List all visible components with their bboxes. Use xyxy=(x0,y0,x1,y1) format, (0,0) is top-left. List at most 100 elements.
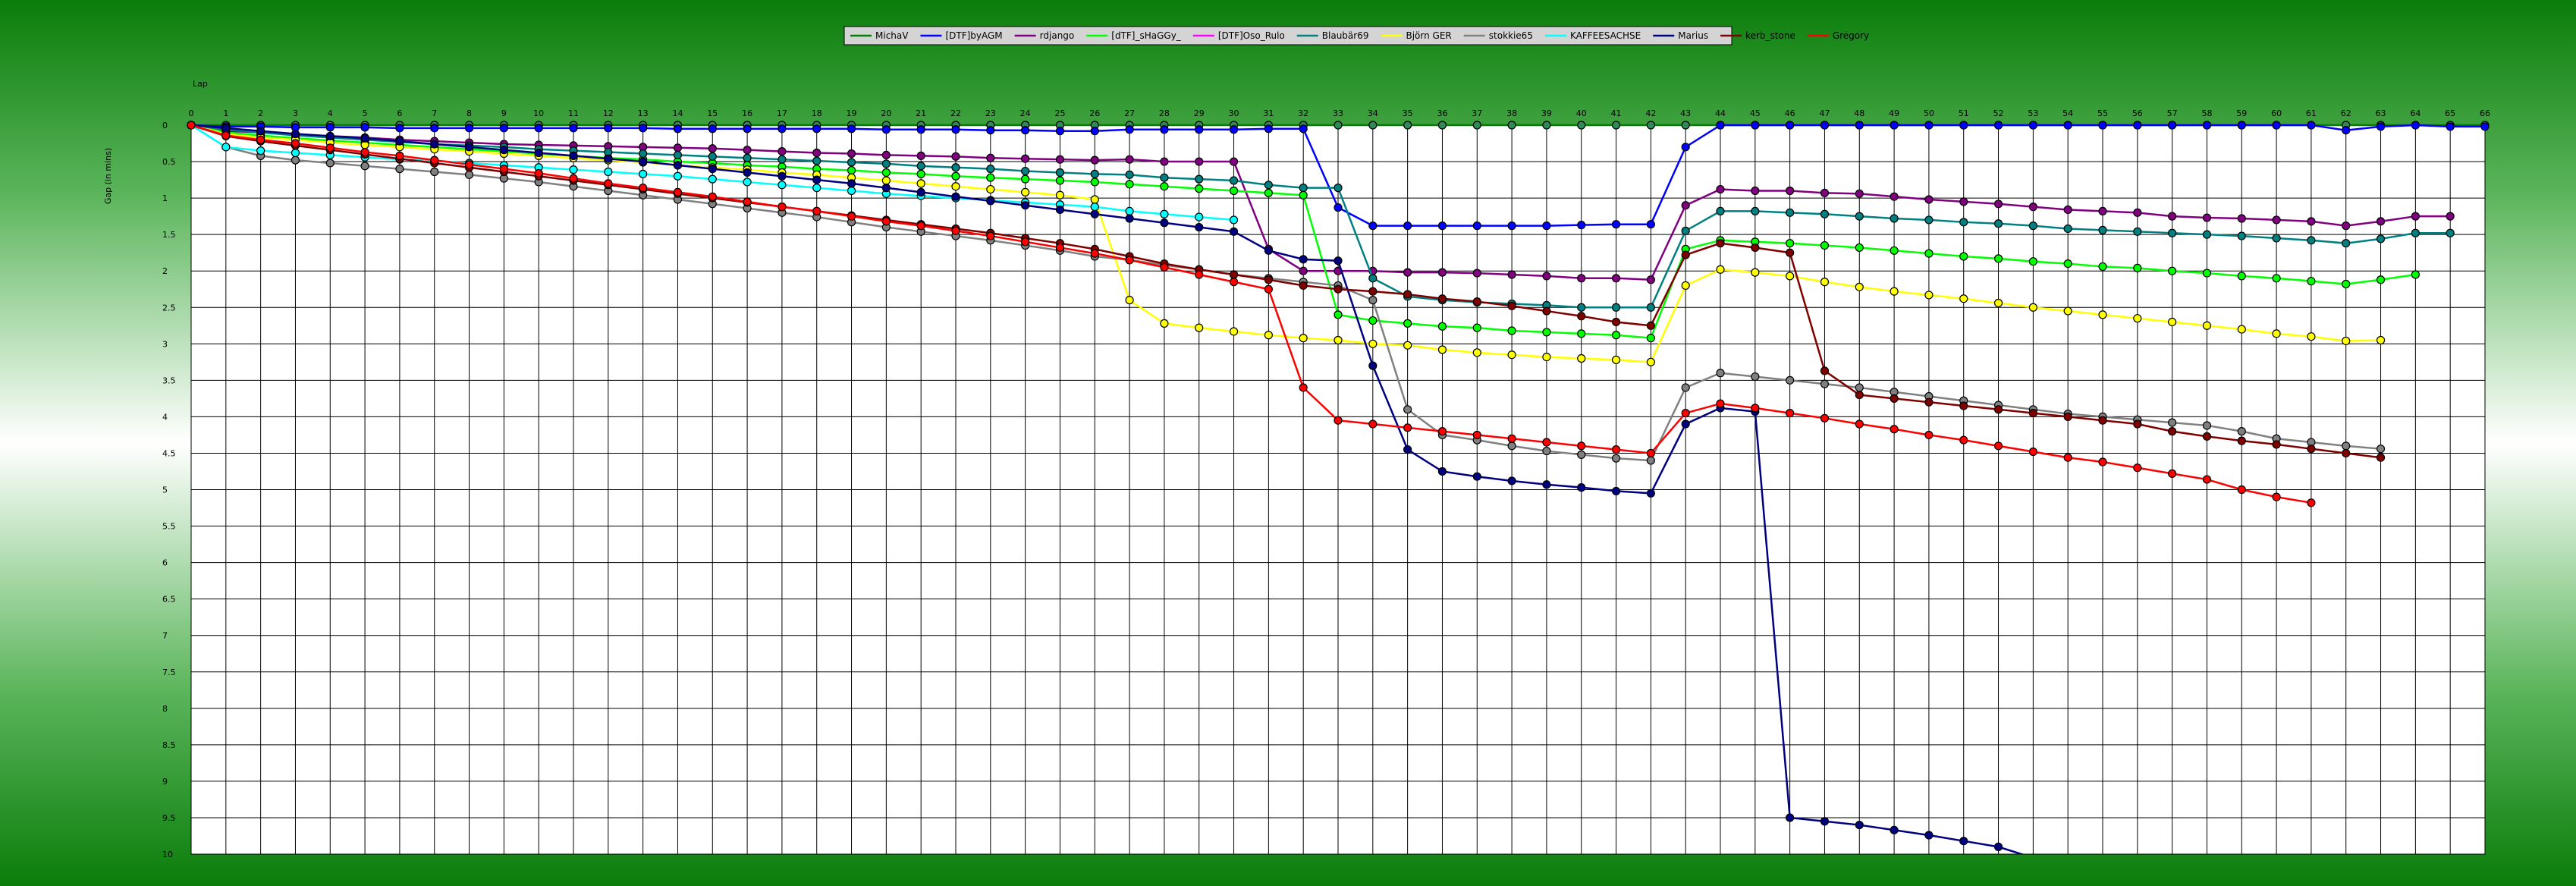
data-point xyxy=(847,124,856,134)
data-point xyxy=(1264,284,1273,294)
data-point xyxy=(1577,274,1586,283)
data-point xyxy=(1021,201,1030,210)
data-point xyxy=(464,124,474,133)
data-point xyxy=(881,168,891,178)
data-point xyxy=(1786,813,1795,822)
data-point xyxy=(951,163,960,172)
x-tick-label: 17 xyxy=(777,108,787,118)
y-tick-label: 6.5 xyxy=(162,595,176,605)
data-point xyxy=(1334,256,1343,265)
data-point xyxy=(2063,306,2072,316)
data-point xyxy=(986,153,995,162)
x-tick-label: 27 xyxy=(1124,108,1135,118)
data-point xyxy=(1472,297,1481,306)
data-point xyxy=(1820,121,1830,130)
data-point xyxy=(986,184,995,194)
data-point xyxy=(291,129,300,139)
x-tick-label: 5 xyxy=(363,108,368,118)
data-point xyxy=(743,153,752,162)
data-point xyxy=(1160,157,1169,166)
data-point xyxy=(1472,472,1481,481)
data-point xyxy=(1403,341,1412,350)
data-point xyxy=(395,165,404,174)
data-point xyxy=(1611,274,1621,283)
data-point xyxy=(291,139,300,148)
data-point xyxy=(2168,121,2177,130)
y-tick-label: 2 xyxy=(162,266,168,276)
data-point xyxy=(1890,192,1899,201)
data-point xyxy=(1368,339,1378,348)
x-tick-label: 63 xyxy=(2376,108,2386,118)
data-point xyxy=(778,203,787,212)
data-point xyxy=(1959,121,1968,130)
data-point xyxy=(1021,187,1030,197)
data-point xyxy=(1021,166,1030,176)
data-point xyxy=(2063,205,2072,215)
x-tick-label: 50 xyxy=(1924,108,1934,118)
data-point xyxy=(2202,230,2212,239)
data-point xyxy=(2202,213,2212,222)
data-point xyxy=(2307,498,2316,507)
x-tick-label: 64 xyxy=(2410,108,2420,118)
x-tick-label: 19 xyxy=(847,108,857,118)
data-point xyxy=(1542,446,1551,456)
data-point xyxy=(1820,209,1830,218)
data-point xyxy=(221,124,231,133)
data-point xyxy=(1681,226,1690,235)
data-point xyxy=(881,217,891,226)
data-point xyxy=(1368,222,1378,231)
data-point xyxy=(1681,250,1690,259)
data-point xyxy=(1507,441,1516,451)
data-point xyxy=(1090,127,1099,136)
data-point xyxy=(2133,314,2142,323)
data-point xyxy=(1646,275,1655,284)
data-point xyxy=(1125,125,1134,134)
legend-label: Blaubär69 xyxy=(1322,30,1369,41)
data-point xyxy=(916,151,925,160)
data-point xyxy=(1577,121,1586,130)
x-tick-label: 51 xyxy=(1959,108,1969,118)
data-point xyxy=(569,124,578,133)
data-point xyxy=(1299,281,1308,291)
x-tick-label: 53 xyxy=(2028,108,2038,118)
data-point xyxy=(1472,323,1481,332)
data-point xyxy=(2028,257,2037,266)
data-point xyxy=(1924,831,1934,840)
data-point xyxy=(847,212,856,221)
data-point xyxy=(604,154,613,163)
data-point xyxy=(1229,327,1239,336)
data-point xyxy=(395,137,404,146)
data-point xyxy=(1055,155,1065,164)
data-point xyxy=(1924,215,1934,225)
data-point xyxy=(1751,186,1760,196)
data-point xyxy=(1786,272,1795,281)
data-point xyxy=(2307,121,2316,130)
data-point xyxy=(1264,275,1273,284)
data-point xyxy=(916,162,925,171)
data-point xyxy=(1751,206,1760,215)
data-point xyxy=(1959,218,1968,227)
data-point xyxy=(1751,404,1760,413)
data-point xyxy=(743,124,752,134)
x-tick-label: 16 xyxy=(742,108,752,118)
data-point xyxy=(1334,284,1343,294)
data-point xyxy=(1890,246,1899,255)
data-point xyxy=(1437,322,1447,331)
data-point xyxy=(534,148,543,158)
y-tick-label: 1 xyxy=(162,193,168,203)
data-point xyxy=(1959,837,1968,846)
data-point xyxy=(1959,435,1968,445)
data-point xyxy=(1368,316,1378,325)
data-point xyxy=(1264,188,1273,197)
data-point xyxy=(1959,197,1968,206)
x-tick-label: 55 xyxy=(2097,108,2108,118)
x-tick-label: 31 xyxy=(1263,108,1274,118)
data-point xyxy=(1125,170,1134,179)
data-point xyxy=(1993,121,2003,130)
data-point xyxy=(1890,287,1899,296)
data-point xyxy=(639,124,648,133)
data-point xyxy=(1264,124,1273,134)
data-point xyxy=(1542,121,1551,130)
legend-label: [dTF]_sHaGGy_ xyxy=(1111,30,1182,41)
data-point xyxy=(1507,121,1516,130)
